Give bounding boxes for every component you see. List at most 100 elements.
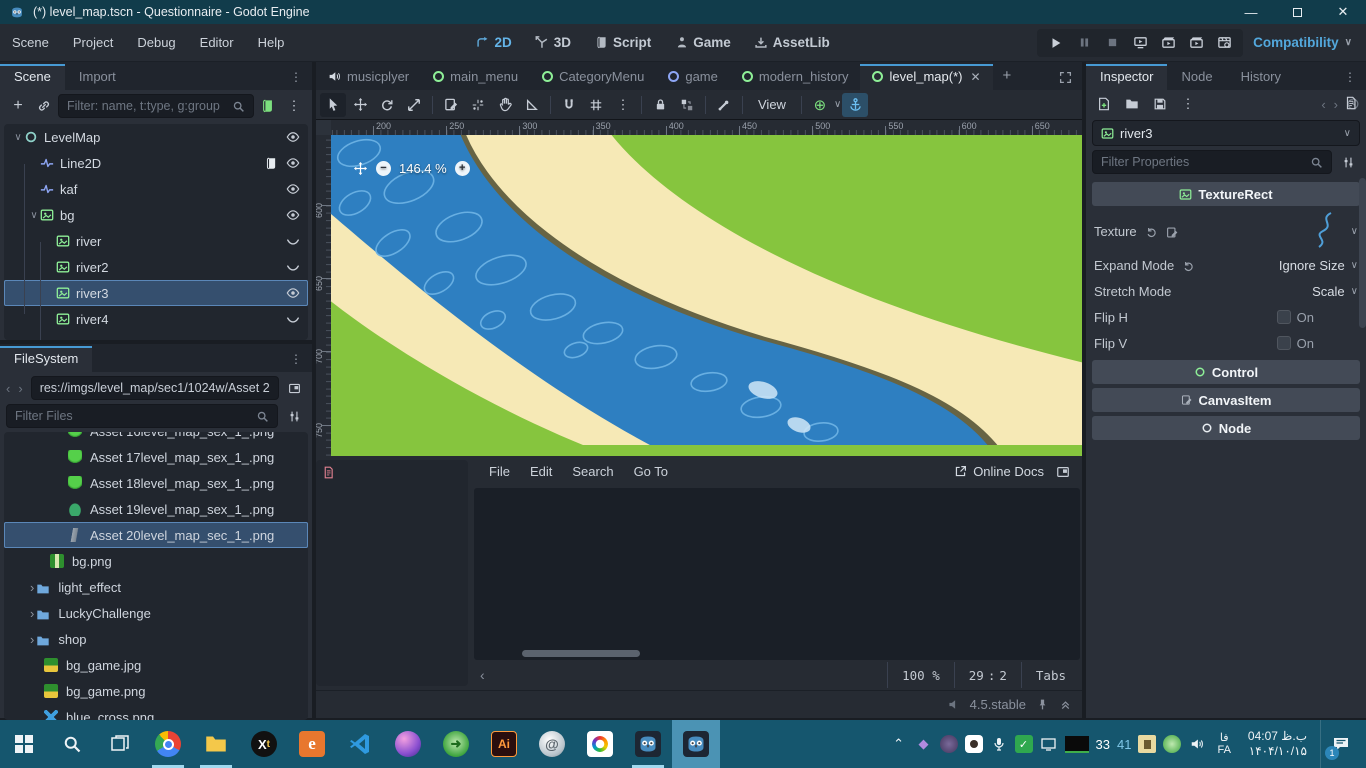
play-scene-button[interactable] [1155,31,1181,55]
taskbar-app-chrome[interactable] [144,720,192,768]
close-tab-icon[interactable]: ✕ [970,70,980,84]
tree-chevron-icon[interactable]: ∨ [28,210,40,221]
editor-zoom[interactable]: 100 % [887,662,954,688]
screen-thumbnail-icon[interactable] [1065,736,1089,753]
snap-options-icon[interactable]: ⋮ [610,93,636,117]
workspace-3d[interactable]: 3D [526,28,581,58]
taskbar-app-godot[interactable] [624,720,672,768]
pan-mode-button[interactable] [492,93,518,117]
edited-node-selector[interactable]: river3 ∨ [1092,120,1360,146]
task-view-button[interactable] [96,720,144,768]
pause-button[interactable] [1071,31,1097,55]
rotate-mode-button[interactable] [374,93,400,117]
filesystem-item[interactable]: blue_cross.png [4,704,308,720]
revert-icon[interactable] [1182,257,1195,272]
scene-tree-row-levelmap[interactable]: ∨LevelMap [4,124,308,150]
taskbar-app-x[interactable]: Xt [240,720,288,768]
section-node[interactable]: Node [1092,416,1360,440]
scene-tree-row-river2[interactable]: river2 [4,254,308,280]
folder-chevron-icon[interactable]: › [30,580,34,595]
flip-v-checkbox[interactable] [1277,336,1291,350]
maximize-button[interactable] [1274,0,1320,24]
dock-menu-icon[interactable]: ⋮ [1334,70,1366,90]
scene-tree-menu-icon[interactable]: ⋮ [282,95,306,117]
tab-inspector[interactable]: Inspector [1086,64,1167,90]
scene-tree-row-kaf[interactable]: kaf [4,176,308,202]
property-texture[interactable]: Texture ∨ [1092,210,1360,252]
scene-tab-categorymenu[interactable]: CategoryMenu [530,64,656,90]
taskbar-app-illustrator[interactable]: Ai [480,720,528,768]
section-texture-rect[interactable]: TextureRect [1092,182,1360,206]
revert-icon[interactable] [1145,223,1158,238]
tab-history[interactable]: History [1227,64,1295,90]
zoom-level[interactable]: 146.4 % [399,161,447,176]
menu-project[interactable]: Project [61,24,125,62]
2d-viewport[interactable]: 200250300350400450500550600650 600650700… [316,120,1082,456]
taskbar-app-sphere[interactable] [384,720,432,768]
play-custom-scene-button[interactable] [1183,31,1209,55]
scene-tab-main-menu[interactable]: main_menu [421,64,530,90]
resource-menu-icon[interactable]: ⋮ [1176,93,1200,115]
smart-snap-button[interactable] [556,93,582,117]
sort-files-button[interactable] [282,405,306,427]
filesystem-path-bar[interactable]: res://imgs/level_map/sec1/1024w/Asset 2 [31,376,279,400]
property-tools-icon[interactable] [1336,151,1360,173]
menu-search[interactable]: Search [563,464,622,479]
history-back-icon[interactable]: ‹ [6,381,14,396]
visibility-off-icon[interactable] [286,234,300,248]
visibility-on-icon[interactable] [286,182,300,196]
toggle-split-mode-button[interactable] [283,377,306,399]
collapse-files-icon[interactable]: ‹ [474,667,485,683]
code-minimap[interactable] [1020,490,1070,582]
anchor-preset-button[interactable] [842,93,868,117]
taskbar-app-vscode[interactable] [336,720,384,768]
menu-editor[interactable]: Editor [188,24,246,62]
tree-chevron-icon[interactable]: ∨ [12,132,24,143]
filesystem-filter-input[interactable]: Filter Files [6,404,278,428]
code-area[interactable] [474,488,1080,660]
lock-node-button[interactable] [647,93,673,117]
load-resource-button[interactable] [1120,93,1144,115]
history-forward-icon[interactable]: › [18,381,26,396]
workspace-game[interactable]: Game [665,28,741,58]
history-back-icon[interactable]: ‹ [1321,97,1325,112]
indent-type[interactable]: Tabs [1021,662,1080,688]
notification-center-button[interactable]: 1 [1320,720,1360,768]
filesystem-item[interactable]: ›LuckyChallenge [4,600,308,626]
filesystem-item[interactable]: ›shop [4,626,308,652]
stop-button[interactable] [1099,31,1125,55]
tab-filesystem[interactable]: FileSystem [0,346,92,372]
new-scene-tab-button[interactable]: + [993,67,1022,90]
scene-tab-musicplyer[interactable]: musicplyer [316,64,421,90]
grid-snap-button[interactable] [583,93,609,117]
menu-scene[interactable]: Scene [0,24,61,62]
dock-menu-icon[interactable]: ⋮ [280,352,312,372]
tray-number-white[interactable]: 33 [1096,737,1110,752]
scene-filter-input[interactable]: Filter: name, t:type, g:group [58,94,254,118]
move-mode-button[interactable] [347,93,373,117]
scene-tree-row-bg[interactable]: ∨bg [4,202,308,228]
filesystem-item[interactable]: Asset 17level_map_sex_1_.png [4,444,308,470]
scene-tree-row-river[interactable]: river [4,228,308,254]
workspace-2d[interactable]: 2D [466,28,521,58]
folder-chevron-icon[interactable]: › [30,606,34,621]
antivirus-check-icon[interactable]: ✓ [1015,735,1033,753]
folder-chevron-icon[interactable]: › [30,632,34,647]
ruler-mode-button[interactable] [519,93,545,117]
select-mode-button[interactable] [320,93,346,117]
caret-position[interactable]: 29:2 [954,662,1021,688]
shader-file-item[interactable] [316,460,468,484]
clipboard-tray-icon[interactable] [1138,735,1156,753]
menu-file[interactable]: File [480,464,519,479]
scene-tab-game[interactable]: game [656,64,730,90]
view-menu-button[interactable]: View [748,97,796,112]
filesystem-item[interactable]: bg_game.jpg [4,652,308,678]
taskbar-app-idm[interactable]: ➜ [432,720,480,768]
open-docs-button[interactable] [1344,94,1358,110]
tray-overflow-chevron-icon[interactable]: ⌃ [890,735,908,753]
center-view-icon[interactable] [353,161,368,176]
inspector-scrollbar[interactable] [1359,178,1366,328]
microphone-icon[interactable] [990,735,1008,753]
horizontal-scrollbar[interactable] [522,650,1072,657]
dock-menu-icon[interactable]: ⋮ [280,70,312,90]
